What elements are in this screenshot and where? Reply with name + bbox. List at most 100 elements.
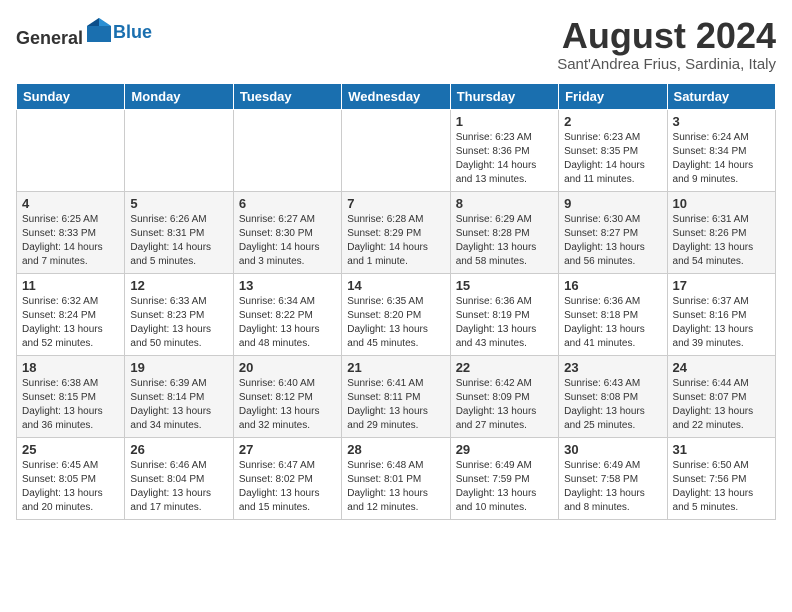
calendar-cell: 11Sunrise: 6:32 AM Sunset: 8:24 PM Dayli…: [17, 273, 125, 355]
calendar-week-row: 18 Sunrise: 6:38 AM Sunset: 8:15 PM Dayli…: [17, 355, 776, 437]
day-number: 8: [456, 196, 553, 211]
day-number: 6: [239, 196, 336, 211]
calendar-cell: 23 Sunrise: 6:43 AM Sunset: 8:08 PM Dayli…: [559, 355, 667, 437]
day-detail: Sunrise: 6:25 AM Sunset: 8:33 PM Dayligh…: [22, 213, 119, 269]
day-number: 15: [456, 278, 553, 293]
location-title: Sant'Andrea Frius, Sardinia, Italy: [557, 56, 776, 73]
calendar-cell: 18 Sunrise: 6:38 AM Sunset: 8:15 PM Dayli…: [17, 355, 125, 437]
title-block: August 2024 Sant'Andrea Frius, Sardinia,…: [557, 16, 776, 73]
day-number: 24: [673, 360, 770, 375]
calendar-cell: 21 Sunrise: 6:41 AM Sunset: 8:11 PM Dayli…: [342, 355, 450, 437]
day-detail: Sunrise: 6:45 AM Sunset: 8:05 PM Dayligh…: [22, 459, 119, 515]
day-number: 30: [564, 442, 661, 457]
calendar-cell: 19 Sunrise: 6:39 AM Sunset: 8:14 PM Dayli…: [125, 355, 233, 437]
calendar-week-row: 1 Sunrise: 6:23 AM Sunset: 8:36 PM Daylig…: [17, 109, 776, 191]
calendar-header: SundayMondayTuesdayWednesdayThursdayFrid…: [17, 83, 776, 109]
day-number: 28: [347, 442, 444, 457]
calendar-cell: 1 Sunrise: 6:23 AM Sunset: 8:36 PM Daylig…: [450, 109, 558, 191]
day-number: 23: [564, 360, 661, 375]
day-detail: Sunrise: 6:36 AM Sunset: 8:18 PM Dayligh…: [564, 295, 661, 351]
day-number: 25: [22, 442, 119, 457]
logo-text-general: General: [16, 28, 83, 48]
calendar-cell: 14 Sunrise: 6:35 AM Sunset: 8:20 PM Dayli…: [342, 273, 450, 355]
day-number: 31: [673, 442, 770, 457]
day-detail: Sunrise: 6:29 AM Sunset: 8:28 PM Dayligh…: [456, 213, 553, 269]
calendar-cell: 2 Sunrise: 6:23 AM Sunset: 8:35 PM Daylig…: [559, 109, 667, 191]
calendar-cell: 8 Sunrise: 6:29 AM Sunset: 8:28 PM Daylig…: [450, 191, 558, 273]
calendar-cell: [233, 109, 341, 191]
day-detail: Sunrise: 6:33 AM Sunset: 8:23 PM Dayligh…: [130, 295, 227, 351]
calendar-week-row: 4 Sunrise: 6:25 AM Sunset: 8:33 PM Daylig…: [17, 191, 776, 273]
day-detail: Sunrise: 6:50 AM Sunset: 7:56 PM Dayligh…: [673, 459, 770, 515]
day-number: 2: [564, 114, 661, 129]
day-number: 19: [130, 360, 227, 375]
day-number: 5: [130, 196, 227, 211]
day-number: 20: [239, 360, 336, 375]
day-detail: Sunrise: 6:46 AM Sunset: 8:04 PM Dayligh…: [130, 459, 227, 515]
calendar-cell: [125, 109, 233, 191]
calendar-cell: 27Sunrise: 6:47 AM Sunset: 8:02 PM Dayli…: [233, 437, 341, 519]
calendar-cell: 30Sunrise: 6:49 AM Sunset: 7:58 PM Dayli…: [559, 437, 667, 519]
weekday-header: Monday: [125, 83, 233, 109]
day-detail: Sunrise: 6:42 AM Sunset: 8:09 PM Dayligh…: [456, 377, 553, 433]
calendar-table: SundayMondayTuesdayWednesdayThursdayFrid…: [16, 83, 776, 520]
day-number: 1: [456, 114, 553, 129]
calendar-cell: 12 Sunrise: 6:33 AM Sunset: 8:23 PM Dayli…: [125, 273, 233, 355]
day-number: 14: [347, 278, 444, 293]
calendar-cell: 26Sunrise: 6:46 AM Sunset: 8:04 PM Dayli…: [125, 437, 233, 519]
day-number: 10: [673, 196, 770, 211]
calendar-cell: [17, 109, 125, 191]
day-number: 4: [22, 196, 119, 211]
calendar-cell: [342, 109, 450, 191]
day-number: 16: [564, 278, 661, 293]
day-detail: Sunrise: 6:44 AM Sunset: 8:07 PM Dayligh…: [673, 377, 770, 433]
calendar-cell: 15 Sunrise: 6:36 AM Sunset: 8:19 PM Dayli…: [450, 273, 558, 355]
day-detail: Sunrise: 6:48 AM Sunset: 8:01 PM Dayligh…: [347, 459, 444, 515]
day-detail: Sunrise: 6:43 AM Sunset: 8:08 PM Dayligh…: [564, 377, 661, 433]
day-detail: Sunrise: 6:36 AM Sunset: 8:19 PM Dayligh…: [456, 295, 553, 351]
day-detail: Sunrise: 6:41 AM Sunset: 8:11 PM Dayligh…: [347, 377, 444, 433]
logo-text-blue: Blue: [113, 22, 152, 43]
day-detail: Sunrise: 6:23 AM Sunset: 8:35 PM Dayligh…: [564, 131, 661, 187]
calendar-cell: 4 Sunrise: 6:25 AM Sunset: 8:33 PM Daylig…: [17, 191, 125, 273]
weekday-header: Wednesday: [342, 83, 450, 109]
day-number: 9: [564, 196, 661, 211]
day-number: 29: [456, 442, 553, 457]
calendar-week-row: 25 Sunrise: 6:45 AM Sunset: 8:05 PM Dayli…: [17, 437, 776, 519]
day-detail: Sunrise: 6:47 AM Sunset: 8:02 PM Dayligh…: [239, 459, 336, 515]
weekday-header: Saturday: [667, 83, 775, 109]
day-detail: Sunrise: 6:26 AM Sunset: 8:31 PM Dayligh…: [130, 213, 227, 269]
day-detail: Sunrise: 6:27 AM Sunset: 8:30 PM Dayligh…: [239, 213, 336, 269]
calendar-cell: 3Sunrise: 6:24 AM Sunset: 8:34 PM Daylig…: [667, 109, 775, 191]
calendar-cell: 29 Sunrise: 6:49 AM Sunset: 7:59 PM Dayli…: [450, 437, 558, 519]
weekday-header: Sunday: [17, 83, 125, 109]
day-number: 22: [456, 360, 553, 375]
day-number: 13: [239, 278, 336, 293]
calendar-week-row: 11Sunrise: 6:32 AM Sunset: 8:24 PM Dayli…: [17, 273, 776, 355]
day-number: 18: [22, 360, 119, 375]
calendar-cell: 17Sunrise: 6:37 AM Sunset: 8:16 PM Dayli…: [667, 273, 775, 355]
day-detail: Sunrise: 6:38 AM Sunset: 8:15 PM Dayligh…: [22, 377, 119, 433]
day-number: 11: [22, 278, 119, 293]
day-number: 7: [347, 196, 444, 211]
day-number: 12: [130, 278, 227, 293]
calendar-body: 1 Sunrise: 6:23 AM Sunset: 8:36 PM Daylig…: [17, 109, 776, 519]
calendar-cell: 20Sunrise: 6:40 AM Sunset: 8:12 PM Dayli…: [233, 355, 341, 437]
day-number: 17: [673, 278, 770, 293]
day-detail: Sunrise: 6:49 AM Sunset: 7:59 PM Dayligh…: [456, 459, 553, 515]
day-detail: Sunrise: 6:23 AM Sunset: 8:36 PM Dayligh…: [456, 131, 553, 187]
logo-icon: [85, 16, 113, 44]
weekday-header: Tuesday: [233, 83, 341, 109]
day-detail: Sunrise: 6:24 AM Sunset: 8:34 PM Dayligh…: [673, 131, 770, 187]
calendar-cell: 13Sunrise: 6:34 AM Sunset: 8:22 PM Dayli…: [233, 273, 341, 355]
calendar-cell: 25 Sunrise: 6:45 AM Sunset: 8:05 PM Dayli…: [17, 437, 125, 519]
day-number: 21: [347, 360, 444, 375]
calendar-cell: 10Sunrise: 6:31 AM Sunset: 8:26 PM Dayli…: [667, 191, 775, 273]
day-detail: Sunrise: 6:30 AM Sunset: 8:27 PM Dayligh…: [564, 213, 661, 269]
page-header: General Blue August 2024 Sant'Andrea Fri…: [16, 16, 776, 73]
weekday-header: Thursday: [450, 83, 558, 109]
weekday-header: Friday: [559, 83, 667, 109]
day-detail: Sunrise: 6:39 AM Sunset: 8:14 PM Dayligh…: [130, 377, 227, 433]
calendar-cell: 24 Sunrise: 6:44 AM Sunset: 8:07 PM Dayli…: [667, 355, 775, 437]
day-detail: Sunrise: 6:35 AM Sunset: 8:20 PM Dayligh…: [347, 295, 444, 351]
